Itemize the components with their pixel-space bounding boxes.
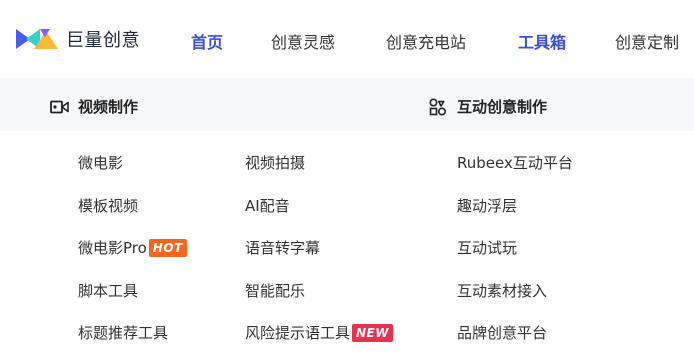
- tool-label: 微电影Pro: [78, 239, 147, 257]
- nav-toolbox[interactable]: 工具箱: [518, 29, 566, 53]
- nav-creative-customization[interactable]: 创意定制: [615, 29, 679, 53]
- tool-template-video[interactable]: 模板视频: [78, 195, 138, 216]
- tool-label: 标题推荐工具: [78, 324, 169, 342]
- nav-home[interactable]: 首页: [191, 29, 223, 53]
- tool-label: 风险提示语工具: [245, 324, 351, 342]
- tool-ai-dubbing[interactable]: AI配音: [245, 195, 290, 216]
- brand-name: 巨量创意: [66, 30, 140, 51]
- tool-label: 模板视频: [78, 197, 139, 215]
- tool-speech-to-subtitle[interactable]: 语音转字幕: [245, 237, 320, 258]
- shapes-icon: [429, 97, 448, 116]
- tool-script[interactable]: 脚本工具: [78, 280, 138, 301]
- hot-badge: HOT: [148, 238, 187, 257]
- tool-label: Rubeex互动平台: [457, 154, 573, 172]
- tool-title-recommendation[interactable]: 标题推荐工具: [78, 322, 168, 343]
- tool-video-shooting[interactable]: 视频拍摄: [245, 152, 305, 173]
- tool-label: 趣动浮层: [457, 197, 518, 215]
- section-interactive-production: 互动创意制作: [429, 96, 547, 117]
- brand-logo[interactable]: 巨量创意: [16, 27, 140, 51]
- tool-label: 语音转字幕: [245, 239, 321, 257]
- tool-label: 微电影: [78, 154, 124, 172]
- tool-fun-overlay[interactable]: 趣动浮层: [457, 195, 517, 216]
- tool-label: 互动素材接入: [457, 282, 548, 300]
- tool-brand-creative-platform[interactable]: 品牌创意平台: [457, 322, 547, 343]
- tool-risk-warning[interactable]: 风险提示语工具 NEW: [245, 322, 393, 343]
- top-navigation: 巨量创意 首页 创意灵感 创意充电站 工具箱 创意定制: [0, 0, 694, 78]
- tool-rubeex-platform[interactable]: Rubeex互动平台: [457, 152, 573, 173]
- section-video-title: 视频制作: [78, 98, 139, 116]
- nav-creative-charging-station[interactable]: 创意充电站: [386, 29, 466, 53]
- brand-logo-mark-icon: [16, 29, 58, 49]
- tool-label: AI配音: [245, 197, 290, 215]
- section-interactive-title: 互动创意制作: [457, 98, 548, 116]
- nav-creative-inspiration[interactable]: 创意灵感: [271, 29, 335, 53]
- tool-label: 智能配乐: [245, 282, 306, 300]
- tool-interactive-demo[interactable]: 互动试玩: [457, 237, 517, 258]
- tool-smart-music[interactable]: 智能配乐: [245, 280, 305, 301]
- tool-label: 视频拍摄: [245, 154, 306, 172]
- tool-label: 互动试玩: [457, 239, 518, 257]
- tool-micro-film-pro[interactable]: 微电影Pro HOT: [78, 237, 187, 258]
- tool-label: 品牌创意平台: [457, 324, 548, 342]
- video-camera-icon: [50, 100, 69, 114]
- section-video-production: 视频制作: [50, 96, 138, 117]
- tool-label: 脚本工具: [78, 282, 139, 300]
- tool-micro-film[interactable]: 微电影: [78, 152, 123, 173]
- tool-interactive-asset-access[interactable]: 互动素材接入: [457, 280, 547, 301]
- new-badge: NEW: [352, 323, 393, 342]
